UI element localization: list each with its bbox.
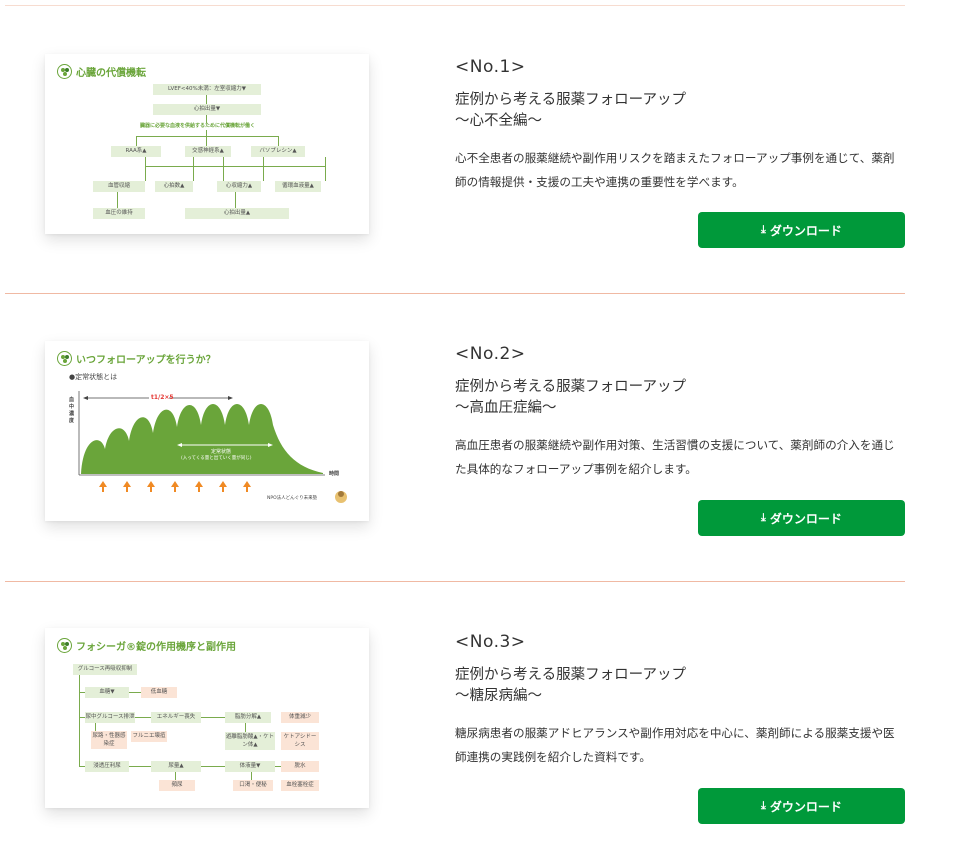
flow-box: RAA系▲ (111, 146, 161, 157)
steady-state-label: 定常状態 (211, 449, 232, 455)
flow-box: 心拍出量▼ (153, 104, 261, 115)
article-number: <No.1> (455, 57, 526, 77)
credit-text: NPO法人どんぐり未来塾 (267, 496, 318, 501)
logo-icon (57, 638, 72, 653)
flow-box: 循環血液量▲ (275, 181, 321, 192)
flow-box: 尿量▲ (151, 761, 201, 772)
flow-note: 臓器に必要な血液を供給するために代償機転が働く (140, 123, 256, 129)
article-description: 心不全患者の服薬継続や副作用リスクを踏まえたフォローアップ事例を通じて、薬剤師の… (455, 151, 895, 189)
article-title: 症例から考える服薬フォローアップ 〜糖尿病編〜 (455, 667, 686, 704)
download-button[interactable]: ⤓ ダウンロード (698, 212, 905, 248)
divider (5, 5, 905, 6)
download-icon: ⤓ (761, 799, 766, 812)
flow-box: 心拍出量▲ (185, 208, 289, 219)
flow-box: 血圧の維持 (93, 208, 145, 219)
flow-box: 交感神経系▲ (185, 146, 231, 157)
concentration-curve (78, 391, 347, 503)
flow-box: フルニエ壊疽 (131, 731, 167, 742)
flow-box: 脱水 (281, 761, 319, 772)
half-life-label: t1/2×5 (151, 394, 174, 401)
flow-box: 頻尿 (159, 780, 195, 791)
flow-box: グルコース再吸収抑制 (73, 664, 137, 675)
flow-box: ケトアシドーシス (281, 732, 319, 750)
article-number: <No.3> (455, 632, 526, 652)
divider (5, 293, 905, 294)
divider (5, 581, 905, 582)
thumbnail-diabetes: フォシーガ®錠の作用機序と副作用 グルコース再吸収抑制 血糖▼ 低血糖 尿中グル… (45, 628, 369, 808)
flow-box: 血糖▼ (85, 687, 129, 698)
article-description: 糖尿病患者の服薬アドヒアランスや副作用対応を中心に、薬剤師による服薬支援や医師連… (455, 726, 895, 764)
download-icon: ⤓ (761, 511, 766, 524)
article-title: 症例から考える服薬フォローアップ 〜高血圧症編〜 (455, 379, 686, 416)
article-number: <No.2> (455, 344, 526, 364)
thumbnail-title: フォシーガ®錠の作用機序と副作用 (57, 638, 236, 653)
steady-state-note: (入ってくる量と出ていく量が同じ) (181, 456, 252, 461)
flow-box: 血管収縮 (93, 181, 145, 192)
article-title: 症例から考える服薬フォローアップ 〜心不全編〜 (455, 92, 686, 129)
flow-box: LVEF<40%未満：左室収縮力▼ (153, 84, 261, 95)
article-description: 高血圧患者の服薬継続や副作用対策、生活習慣の支援について、薬剤師の介入を通じた具… (455, 438, 895, 476)
thumbnail-heart-failure: 心臓の代償機転 LVEF<40%未満：左室収縮力▼ 心拍出量▼ 臓器に必要な血液… (45, 54, 369, 234)
flow-box: 心収縮力▲ (217, 181, 261, 192)
flow-box: 心拍数▲ (155, 181, 193, 192)
flow-box: 浸透圧利尿 (85, 761, 129, 772)
flow-box: 口渇・便秘 (233, 780, 273, 791)
logo-icon (57, 64, 72, 79)
download-button[interactable]: ⤓ ダウンロード (698, 788, 905, 824)
thumbnail-title: 心臓の代償機転 (57, 64, 146, 79)
flow-box: 尿路・性器感染症 (91, 731, 127, 749)
flow-box: エネルギー喪失 (151, 712, 201, 723)
download-button[interactable]: ⤓ ダウンロード (698, 500, 905, 536)
download-icon: ⤓ (761, 223, 766, 236)
flow-box: 体重減少 (281, 712, 319, 723)
flow-box: 血栓塞栓症 (281, 780, 319, 791)
flow-box: バソプレシン▲ (251, 146, 305, 157)
flow-box: 遊離脂肪酸▲・ケトン体▲ (225, 732, 275, 750)
flow-box: 尿中グルコース排泄 (85, 712, 135, 723)
flow-box: 体液量▼ (225, 761, 275, 772)
thumbnail-hypertension: いつフォローアップを行うか？ ●定常状態とは 血中濃度 時間 t1/2×5 定常… (45, 341, 369, 521)
flow-box: 脂肪分解▲ (225, 712, 271, 723)
flow-box: 低血糖 (141, 687, 177, 698)
